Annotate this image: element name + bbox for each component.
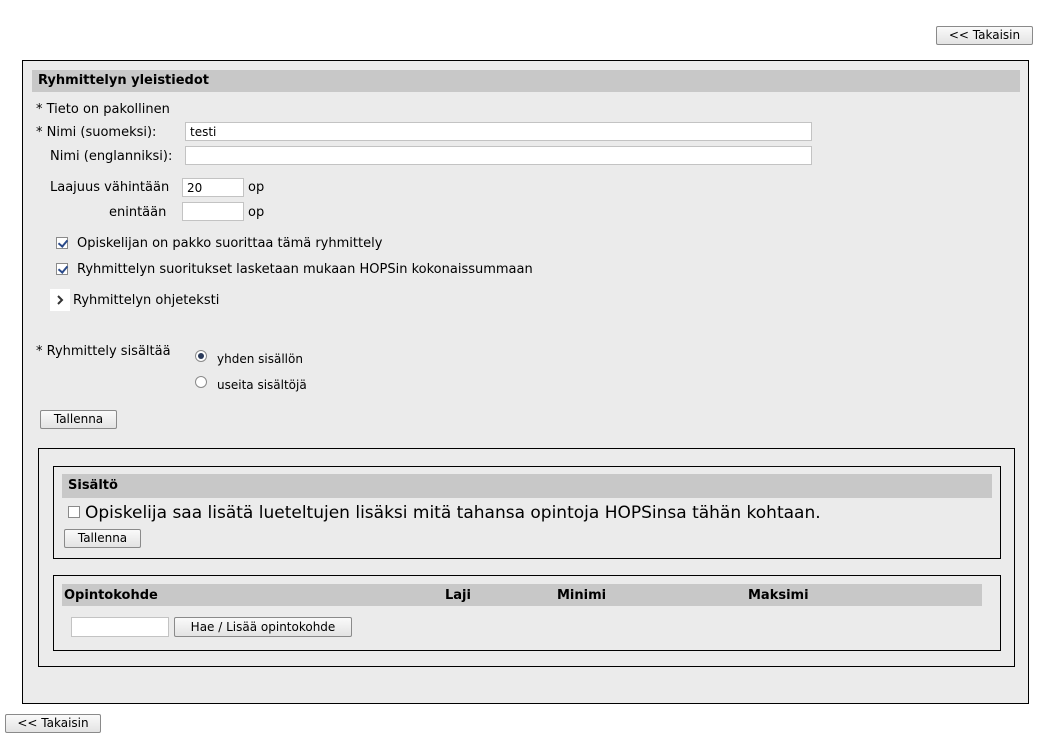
name-fi-label: * Nimi (suomeksi): <box>36 125 157 140</box>
contains-many-radio[interactable] <box>195 376 207 388</box>
name-en-label: Nimi (englanniksi): <box>50 149 173 164</box>
column-header-laji: Laji <box>445 588 471 603</box>
count-label: Ryhmittelyn suoritukset lasketaan mukaan… <box>77 262 533 277</box>
help-text-label: Ryhmittelyn ohjeteksti <box>73 293 220 308</box>
help-text-toggle[interactable]: Ryhmittelyn ohjeteksti <box>50 289 250 311</box>
mandatory-checkbox[interactable] <box>56 237 68 249</box>
required-note: * Tieto on pakollinen <box>36 102 170 117</box>
scope-max-input[interactable] <box>182 202 244 221</box>
name-fi-input[interactable] <box>185 122 812 141</box>
contains-one-radio[interactable] <box>195 350 207 362</box>
column-header-maksimi: Maksimi <box>748 588 809 603</box>
back-button-top[interactable]: << Takaisin <box>936 26 1033 45</box>
mandatory-label: Opiskelijan on pakko suorittaa tämä ryhm… <box>77 236 383 251</box>
contains-one-label: yhden sisällön <box>217 352 303 366</box>
content-section-header: Sisältö <box>62 474 992 498</box>
search-add-course-button[interactable]: Hae / Lisää opintokohde <box>174 617 352 637</box>
scope-min-label: Laajuus vähintään <box>50 180 170 195</box>
save-general-button[interactable]: Tallenna <box>40 410 117 429</box>
contains-label: * Ryhmittely sisältää <box>36 344 171 359</box>
save-content-button[interactable]: Tallenna <box>64 529 141 548</box>
chevron-right-icon <box>50 289 70 311</box>
scope-max-unit: op <box>248 205 265 220</box>
scope-min-input[interactable] <box>182 178 244 197</box>
course-search-input[interactable] <box>71 617 169 637</box>
count-checkbox[interactable] <box>56 263 68 275</box>
allow-extra-label: Opiskelija saa lisätä lueteltujen lisäks… <box>85 503 821 523</box>
scope-max-label: enintään <box>109 205 167 220</box>
name-en-input[interactable] <box>185 146 812 165</box>
scope-min-unit: op <box>248 180 265 195</box>
contains-many-label: useita sisältöjä <box>217 378 307 392</box>
column-header-opintokohde: Opintokohde <box>64 588 158 603</box>
courses-table-header <box>62 584 982 606</box>
back-button-bottom[interactable]: << Takaisin <box>5 714 101 733</box>
general-section-header: Ryhmittelyn yleistiedot <box>32 70 1020 92</box>
column-header-minimi: Minimi <box>557 588 607 603</box>
allow-extra-checkbox[interactable] <box>68 506 80 518</box>
